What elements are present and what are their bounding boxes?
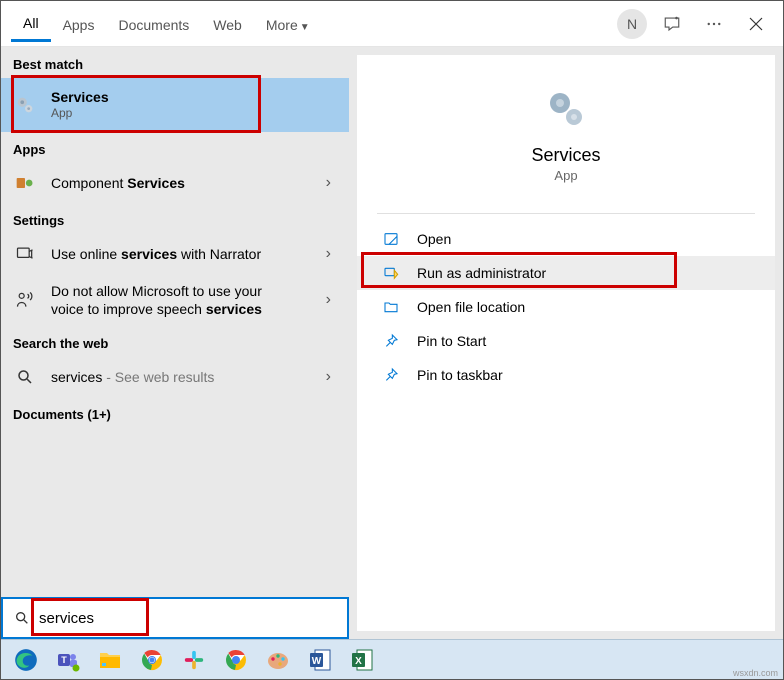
action-open-location[interactable]: Open file location (357, 290, 775, 324)
narrator-icon (13, 242, 37, 266)
taskbar: T W X (1, 639, 783, 679)
action-open[interactable]: Open (357, 222, 775, 256)
gears-icon (542, 85, 590, 133)
tab-documents[interactable]: Documents (106, 7, 201, 41)
taskbar-word-icon[interactable]: W (301, 644, 339, 676)
action-pin-taskbar[interactable]: Pin to taskbar (357, 358, 775, 392)
result-web-search[interactable]: services - See web results › (1, 357, 349, 397)
gears-icon (13, 93, 37, 117)
section-search-web: Search the web (1, 326, 349, 357)
results-panel: Best match Services App Apps Component S… (1, 47, 349, 639)
preview-sub: App (357, 168, 775, 183)
taskbar-teams-icon[interactable]: T (49, 644, 87, 676)
taskbar-edge-icon[interactable] (7, 644, 45, 676)
taskbar-explorer-icon[interactable] (91, 644, 129, 676)
result-sub: App (51, 106, 337, 122)
action-run-admin[interactable]: Run as administrator (357, 256, 775, 290)
admin-icon (381, 263, 401, 283)
search-input[interactable] (33, 610, 339, 627)
chevron-right-icon: › (320, 245, 337, 263)
result-component-services[interactable]: Component Services › (1, 163, 349, 203)
result-services-app[interactable]: Services App (1, 78, 349, 132)
user-avatar[interactable]: N (617, 9, 647, 39)
chevron-right-icon: › (320, 291, 337, 309)
preview-title: Services (357, 145, 775, 166)
taskbar-chrome-icon[interactable] (133, 644, 171, 676)
folder-icon (381, 297, 401, 317)
section-apps: Apps (1, 132, 349, 163)
result-narrator-services[interactable]: Use online services with Narrator › (1, 234, 349, 274)
watermark: wsxdn.com (733, 668, 778, 678)
pin-icon (381, 331, 401, 351)
feedback-icon[interactable] (655, 7, 689, 41)
result-speech-services[interactable]: Do not allow Microsoft to use yourvoice … (1, 274, 349, 326)
svg-text:T: T (61, 655, 67, 665)
pin-icon (381, 365, 401, 385)
chevron-right-icon: › (320, 368, 337, 386)
svg-text:X: X (355, 656, 362, 667)
speech-icon (13, 288, 37, 312)
svg-text:W: W (312, 656, 322, 667)
taskbar-chrome2-icon[interactable] (217, 644, 255, 676)
section-best-match: Best match (1, 47, 349, 78)
component-icon (13, 171, 37, 195)
search-icon (13, 365, 37, 389)
taskbar-paint-icon[interactable] (259, 644, 297, 676)
tab-apps[interactable]: Apps (51, 7, 107, 41)
section-documents: Documents (1+) (1, 397, 349, 428)
tab-web[interactable]: Web (201, 7, 254, 41)
action-pin-start[interactable]: Pin to Start (357, 324, 775, 358)
section-settings: Settings (1, 203, 349, 234)
search-icon (11, 610, 33, 626)
taskbar-excel-icon[interactable]: X (343, 644, 381, 676)
search-bar (1, 597, 349, 639)
taskbar-slack-icon[interactable] (175, 644, 213, 676)
tab-more[interactable]: More▼ (254, 7, 322, 41)
tab-all[interactable]: All (11, 5, 51, 42)
result-title: Services (51, 88, 337, 106)
tab-bar: All Apps Documents Web More▼ N (1, 1, 783, 47)
preview-panel: Services App Open Run as administrator (349, 47, 783, 639)
chevron-right-icon: › (320, 174, 337, 192)
more-icon[interactable] (697, 7, 731, 41)
open-icon (381, 229, 401, 249)
close-icon[interactable] (739, 7, 773, 41)
